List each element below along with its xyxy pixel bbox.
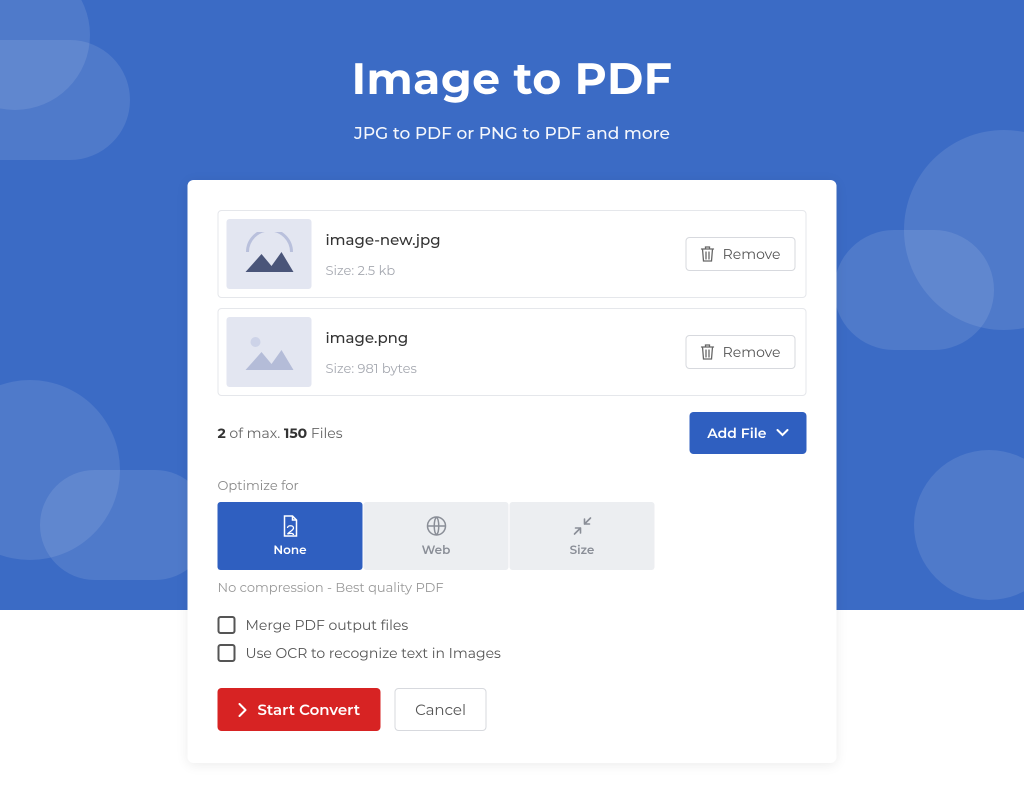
chevron-right-icon — [238, 703, 248, 717]
remove-file-button[interactable]: Remove — [686, 335, 796, 369]
image-icon — [241, 232, 297, 276]
file-size: Size: 981 bytes — [326, 361, 686, 377]
remove-label: Remove — [723, 245, 781, 263]
file-row: image.png Size: 981 bytes Remove — [218, 308, 807, 396]
image-icon — [241, 330, 297, 374]
compress-icon — [571, 515, 593, 537]
trash-icon — [701, 344, 715, 360]
optimize-label: Optimize for — [218, 478, 807, 494]
optimize-tab-label: Size — [570, 543, 595, 558]
optimize-description: No compression - Best quality PDF — [218, 580, 807, 596]
merge-checkbox[interactable] — [218, 616, 236, 634]
pdf-icon — [279, 515, 301, 537]
optimize-tabs: None Web Size — [218, 502, 807, 570]
converter-card: image-new.jpg Size: 2.5 kb Remove image.… — [188, 180, 837, 763]
chevron-down-icon — [777, 429, 789, 437]
cancel-label: Cancel — [415, 700, 466, 719]
page-title: Image to PDF — [0, 0, 1024, 106]
file-size: Size: 2.5 kb — [326, 263, 686, 279]
optimize-tab-size[interactable]: Size — [510, 502, 655, 570]
file-row: image-new.jpg Size: 2.5 kb Remove — [218, 210, 807, 298]
file-thumbnail — [227, 317, 312, 387]
file-info: image.png Size: 981 bytes — [326, 328, 686, 377]
cloud-decoration — [0, 40, 130, 160]
counter-row: 2 of max. 150 Files Add File — [218, 412, 807, 454]
counter-suffix: Files — [307, 424, 342, 442]
merge-option-row: Merge PDF output files — [218, 616, 807, 634]
optimize-tab-label: Web — [422, 543, 451, 558]
file-info: image-new.jpg Size: 2.5 kb — [326, 230, 686, 279]
optimize-tab-none[interactable]: None — [218, 502, 363, 570]
file-thumbnail — [227, 219, 312, 289]
globe-icon — [425, 515, 447, 537]
page-subtitle: JPG to PDF or PNG to PDF and more — [0, 124, 1024, 144]
cancel-button[interactable]: Cancel — [394, 688, 487, 731]
convert-label: Start Convert — [258, 700, 361, 719]
trash-icon — [701, 246, 715, 262]
cloud-decoration — [40, 470, 210, 580]
counter-mid: of max. — [226, 424, 284, 442]
add-file-label: Add File — [707, 424, 766, 442]
ocr-option-row: Use OCR to recognize text in Images — [218, 644, 807, 662]
ocr-checkbox[interactable] — [218, 644, 236, 662]
start-convert-button[interactable]: Start Convert — [218, 688, 381, 731]
file-name: image-new.jpg — [326, 230, 686, 249]
add-file-button[interactable]: Add File — [689, 412, 806, 454]
optimize-tab-web[interactable]: Web — [364, 502, 509, 570]
action-row: Start Convert Cancel — [218, 688, 807, 731]
counter-max: 150 — [284, 424, 307, 442]
merge-label: Merge PDF output files — [246, 616, 409, 634]
cloud-decoration — [914, 450, 1024, 600]
cloud-decoration — [834, 230, 994, 350]
file-name: image.png — [326, 328, 686, 347]
remove-label: Remove — [723, 343, 781, 361]
optimize-tab-label: None — [273, 543, 306, 558]
remove-file-button[interactable]: Remove — [686, 237, 796, 271]
file-counter: 2 of max. 150 Files — [218, 424, 343, 442]
ocr-label: Use OCR to recognize text in Images — [246, 644, 501, 662]
